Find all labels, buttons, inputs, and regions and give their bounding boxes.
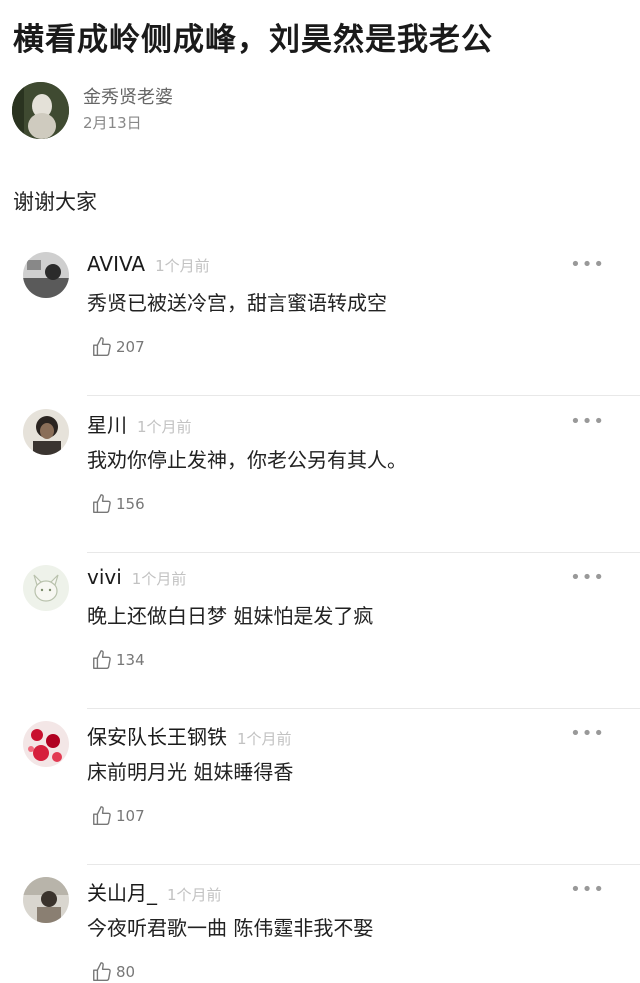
comment-header: 保安队长王钢铁 1个月前 — [87, 721, 292, 750]
thumbs-up-icon — [93, 337, 111, 356]
commenter-avatar[interactable] — [23, 721, 69, 767]
thumbs-up-icon — [93, 962, 111, 981]
like-button[interactable]: 107 — [91, 805, 145, 827]
like-button[interactable]: 80 — [91, 961, 135, 983]
comment-item: 关山月_ 1个月前 ••• 今夜听君歌一曲 陈伟霆非我不娶 80 — [0, 865, 640, 981]
comment-text: 晚上还做白日梦 姐妹怕是发了疯 — [87, 604, 374, 628]
more-options-icon[interactable]: ••• — [570, 723, 605, 744]
commenter-avatar-image — [23, 721, 69, 767]
commenter-avatar[interactable] — [23, 409, 69, 455]
comment-time: 1个月前 — [137, 418, 192, 436]
comment-item: AVIVA 1个月前 ••• 秀贤已被送冷宫，甜言蜜语转成空 207 — [0, 240, 640, 396]
like-count: 156 — [116, 495, 145, 513]
commenter-avatar[interactable] — [23, 252, 69, 298]
commenter-avatar-image — [23, 565, 69, 611]
comment-header: vivi 1个月前 — [87, 565, 186, 591]
post-title: 横看成岭侧成峰，刘昊然是我老公 — [13, 22, 493, 58]
like-button[interactable]: 156 — [91, 493, 145, 515]
comment-header: AVIVA 1个月前 — [87, 252, 210, 278]
author-avatar[interactable] — [12, 81, 69, 139]
commenter-name[interactable]: 星川 — [87, 409, 127, 438]
more-options-icon[interactable]: ••• — [570, 567, 605, 588]
comment-time: 1个月前 — [155, 257, 210, 275]
author-row[interactable]: 金秀贤老婆 2月13日 — [12, 81, 173, 139]
commenter-name[interactable]: vivi — [87, 565, 122, 589]
comment-item: 星川 1个月前 ••• 我劝你停止发神，你老公另有其人。 156 — [0, 397, 640, 553]
comment-time: 1个月前 — [237, 730, 292, 748]
like-button[interactable]: 207 — [91, 336, 145, 358]
like-count: 80 — [116, 963, 136, 981]
comment-time: 1个月前 — [167, 886, 222, 904]
comment-text: 今夜听君歌一曲 陈伟霆非我不娶 — [87, 916, 374, 940]
comment-item: 保安队长王钢铁 1个月前 ••• 床前明月光 姐妹睡得香 107 — [0, 709, 640, 865]
comment-header: 关山月_ 1个月前 — [87, 877, 222, 906]
commenter-name[interactable]: 保安队长王钢铁 — [87, 721, 227, 750]
post-page: 横看成岭侧成峰，刘昊然是我老公 金秀贤老婆 2月13日 谢谢大家 AVIVA 1… — [0, 0, 640, 981]
like-count: 134 — [116, 651, 145, 669]
more-options-icon[interactable]: ••• — [570, 254, 605, 275]
comment-time: 1个月前 — [131, 570, 187, 588]
author-meta: 金秀贤老婆 2月13日 — [83, 86, 173, 134]
commenter-avatar[interactable] — [23, 565, 69, 611]
commenter-avatar-image — [23, 877, 69, 923]
author-avatar-image — [12, 81, 69, 139]
thumbs-up-icon — [93, 494, 111, 513]
thumbs-up-icon — [93, 806, 111, 825]
author-name[interactable]: 金秀贤老婆 — [83, 86, 173, 110]
like-button[interactable]: 134 — [91, 649, 145, 671]
commenter-avatar[interactable] — [23, 877, 69, 923]
divider — [87, 395, 640, 396]
more-options-icon[interactable]: ••• — [570, 879, 605, 900]
commenter-name[interactable]: AVIVA — [87, 252, 145, 276]
thumbs-up-icon — [93, 650, 111, 669]
commenter-name[interactable]: 关山月_ — [87, 877, 157, 906]
post-date: 2月13日 — [83, 114, 142, 132]
comment-text: 秀贤已被送冷宫，甜言蜜语转成空 — [87, 291, 387, 315]
comment-text: 我劝你停止发神，你老公另有其人。 — [87, 448, 407, 472]
comment-item: vivi 1个月前 ••• 晚上还做白日梦 姐妹怕是发了疯 134 — [0, 553, 640, 709]
more-options-icon[interactable]: ••• — [570, 411, 605, 432]
post-body: 谢谢大家 — [13, 190, 97, 214]
like-count: 107 — [116, 807, 145, 825]
commenter-avatar-image — [23, 409, 69, 455]
commenter-avatar-image — [23, 252, 69, 298]
like-count: 207 — [116, 338, 145, 356]
comment-text: 床前明月光 姐妹睡得香 — [87, 760, 294, 784]
comment-header: 星川 1个月前 — [87, 409, 192, 438]
